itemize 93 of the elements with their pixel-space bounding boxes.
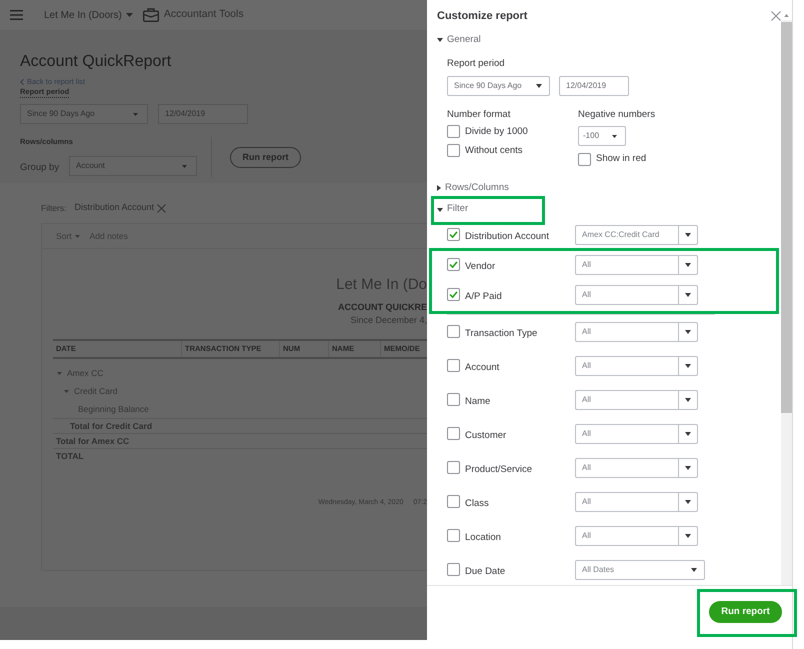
filter-label: Distribution Account [465,230,549,242]
section-toggle[interactable]: General [437,33,481,48]
total-row-label: Total for Credit Card [70,420,152,432]
filter-label: Due Date [465,566,506,576]
caret-down-icon [685,292,691,296]
caret-down-icon [612,134,617,138]
checkbox[interactable] [578,152,591,166]
briefcase-icon [142,8,159,22]
checkbox-label: Without cents [465,144,523,158]
caret-down-icon [685,466,691,470]
panel-title: Customize report [437,8,528,24]
menu-icon[interactable] [10,10,23,20]
filter-dropdown[interactable]: All Dates [575,560,705,580]
checkbox[interactable] [447,563,460,576]
caret-down-icon [691,568,697,572]
checkbox[interactable] [447,427,460,440]
filter-dropdown[interactable]: All [575,356,698,376]
checkmark-icon [449,231,458,238]
negative-format-dropdown[interactable]: -100 [578,126,626,146]
filter-label: Product/Service [465,464,532,474]
filter-dropdown[interactable]: All [575,254,698,274]
caret-down-icon [685,398,691,402]
caret-down-icon [685,262,691,266]
grand-total-label: TOTAL [56,450,84,462]
caret-down-icon [685,232,691,236]
filter-label: Transaction Type [465,328,538,338]
group-by-dropdown[interactable]: Account [69,156,197,176]
date-field[interactable]: 12/04/2019 [559,76,629,96]
checkbox[interactable] [447,144,460,158]
scrollbar-thumb[interactable] [781,22,792,413]
negative-numbers-label: Negative numbers [578,108,656,122]
filter-dropdown[interactable]: All [575,492,698,512]
run-report-button[interactable]: Run report [709,601,782,624]
filter-label: Location [465,532,501,542]
checkbox[interactable] [447,125,460,138]
caret-down-icon [685,330,691,334]
filter-label: Vendor [465,260,496,272]
run-report-button[interactable]: Run report [230,147,301,168]
close-icon[interactable] [771,11,781,21]
checkbox[interactable] [447,288,460,301]
checkbox[interactable] [447,228,460,241]
filter-dropdown[interactable]: All [575,424,698,444]
filter-label: Account [465,362,500,372]
checkbox-label: Divide by 1000 [465,124,528,139]
caret-down-icon [685,500,691,504]
filter-dropdown[interactable]: All [575,390,698,410]
page-title: Account QuickReport [20,52,172,72]
filter-label: Customer [465,430,506,440]
caret-down-icon [685,364,691,368]
checkbox[interactable] [447,529,460,542]
date-field[interactable]: 12/04/2019 [158,104,248,124]
filter-label: Class [465,498,489,508]
checkbox[interactable] [447,258,460,271]
period-dropdown[interactable]: Since 90 Days Ago [447,76,550,96]
company-menu[interactable]: Let Me In (Doors) [44,8,133,22]
caret-down-icon[interactable] [437,208,443,212]
chevron-left-icon [20,79,24,85]
report-period-label: Report period [447,57,505,72]
period-dropdown[interactable]: Since 90 Days Ago [20,104,148,124]
checkbox[interactable] [447,393,460,406]
filter-dropdown[interactable]: Amex CC:Credit Card [575,224,698,244]
filter-chip[interactable]: Distribution Account [74,201,166,215]
filter-label: A/P Paid [465,290,502,302]
filter-dropdown[interactable]: All [575,284,698,304]
scroll-up-arrow-icon[interactable] [784,14,789,17]
caret-right-icon[interactable] [437,185,441,192]
filter-dropdown[interactable]: All [575,322,698,342]
filter-dropdown[interactable]: All [575,458,698,478]
checkbox[interactable] [447,325,460,338]
report-title: ACCOUNT QUICKRE [338,301,427,313]
checkbox[interactable] [447,495,460,508]
checkbox[interactable] [447,359,460,372]
caret-down-icon [182,164,187,168]
caret-down-icon [685,534,691,538]
accountant-tools-button[interactable]: Accountant Tools [142,7,244,23]
checkbox-label: Show in red [596,152,646,166]
total-row-label: Total for Amex CC [56,434,130,448]
number-format-label: Number format [447,108,510,122]
section-toggle[interactable]: Rows/Columns [437,181,509,196]
caret-down-icon [126,13,133,17]
caret-down-icon [74,234,80,238]
group-by-label: Group by [20,162,60,173]
filter-dropdown[interactable]: All [575,526,698,546]
filter-label: Name [465,396,490,406]
section-toggle[interactable]: Filter [437,202,468,218]
checkmark-icon [449,261,458,268]
caret-down-icon [536,84,542,88]
caret-down-icon [133,112,138,116]
caret-down-icon [685,432,691,436]
checkbox[interactable] [447,461,460,474]
checkmark-icon [449,291,458,298]
close-icon[interactable] [157,204,166,212]
caret-down-icon[interactable] [437,38,443,42]
